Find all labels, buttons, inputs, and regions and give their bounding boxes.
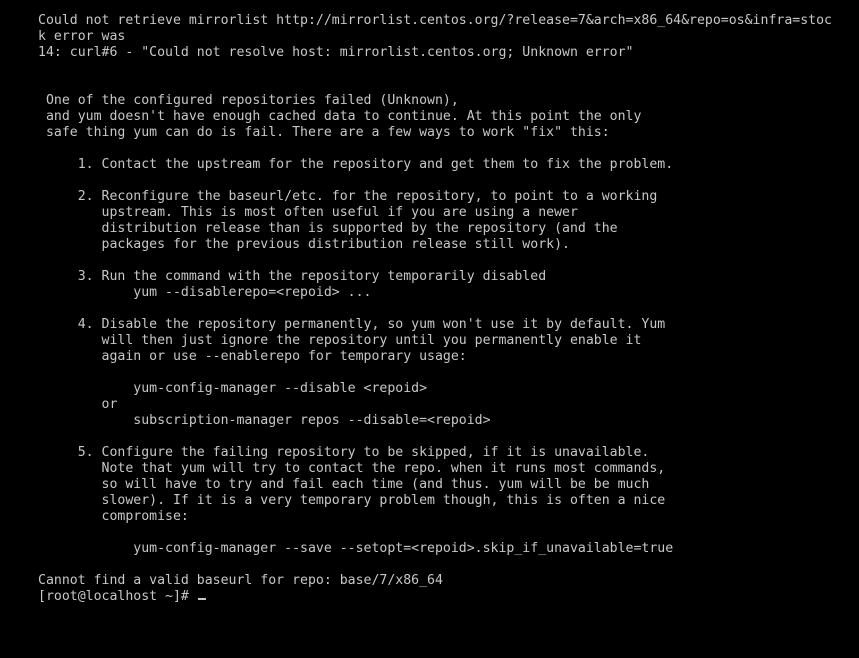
terminal-line: yum --disablerepo=<repoid> ... xyxy=(38,285,372,300)
terminal-line: and yum doesn't have enough cached data … xyxy=(38,109,642,124)
terminal-line: safe thing yum can do is fail. There are… xyxy=(38,125,610,140)
terminal-line: 4. Disable the repository permanently, s… xyxy=(38,317,666,332)
terminal-line: upstream. This is most often useful if y… xyxy=(38,205,578,220)
terminal-line: or xyxy=(38,397,118,412)
terminal-line: again or use --enablerepo for temporary … xyxy=(38,349,467,364)
terminal-line: Note that yum will try to contact the re… xyxy=(38,461,666,476)
terminal-line: 3. Run the command with the repository t… xyxy=(38,269,547,284)
terminal-line: slower). If it is a very temporary probl… xyxy=(38,493,666,508)
terminal-line: yum-config-manager --disable <repoid> xyxy=(38,381,428,396)
terminal-line: so will have to try and fail each time (… xyxy=(38,477,650,492)
terminal-line: compromise: xyxy=(38,509,189,524)
terminal-line: One of the configured repositories faile… xyxy=(38,93,459,108)
terminal-line: Could not retrieve mirrorlist http://mir… xyxy=(38,13,832,28)
terminal-line: yum-config-manager --save --setopt=<repo… xyxy=(38,541,674,556)
terminal-line: distribution release than is supported b… xyxy=(38,221,618,236)
terminal-console[interactable]: Could not retrieve mirrorlist http://mir… xyxy=(0,0,859,658)
terminal-line: 14: curl#6 - "Could not resolve host: mi… xyxy=(38,45,634,60)
text-cursor xyxy=(197,598,206,600)
terminal-output: Could not retrieve mirrorlist http://mir… xyxy=(38,13,859,589)
shell-prompt-line[interactable]: [root@localhost ~]# xyxy=(38,589,859,605)
terminal-line: will then just ignore the repository unt… xyxy=(38,333,642,348)
terminal-line: 1. Contact the upstream for the reposito… xyxy=(38,157,674,172)
shell-prompt: [root@localhost ~]# xyxy=(38,589,197,604)
terminal-line: 2. Reconfigure the baseurl/etc. for the … xyxy=(38,189,658,204)
terminal-line: Cannot find a valid baseurl for repo: ba… xyxy=(38,573,443,588)
terminal-line: subscription-manager repos --disable=<re… xyxy=(38,413,491,428)
terminal-line: k error was xyxy=(38,29,126,44)
terminal-line: packages for the previous distribution r… xyxy=(38,237,570,252)
terminal-line: 5. Configure the failing repository to b… xyxy=(38,445,650,460)
